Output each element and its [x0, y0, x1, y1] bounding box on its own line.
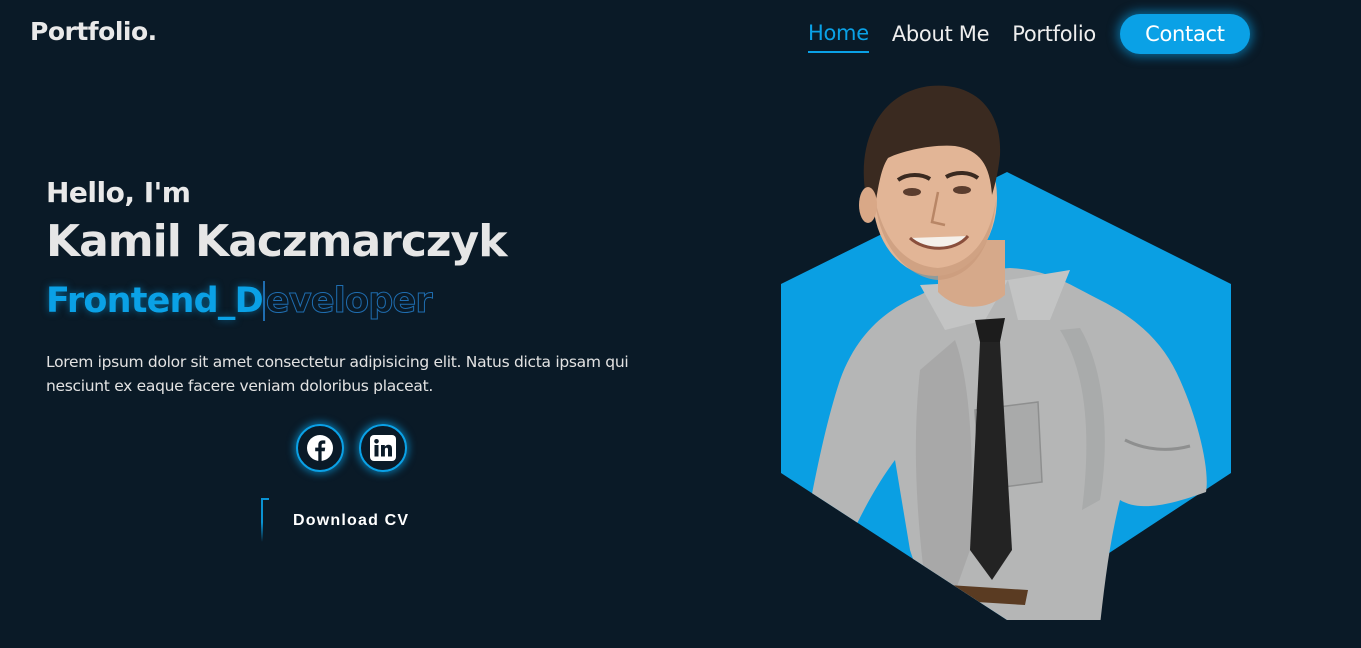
social-links: [296, 424, 422, 472]
person-figure: [800, 85, 1207, 620]
facebook-icon: [307, 435, 333, 461]
linkedin-button[interactable]: [359, 424, 407, 472]
main-nav: Home About Me Portfolio Contact: [808, 14, 1250, 54]
hero-name: Kamil Kaczmarczyk: [46, 216, 507, 267]
contact-button[interactable]: Contact: [1119, 14, 1250, 54]
download-cv-button[interactable]: Download CV: [261, 498, 431, 542]
download-cv-label: Download CV: [293, 512, 410, 529]
hero-role-rest: eveloper: [262, 281, 433, 322]
site-logo[interactable]: Portfolio.: [30, 17, 157, 46]
facebook-button[interactable]: [296, 424, 344, 472]
hero-intro: Lorem ipsum dolor sit amet consectetur a…: [46, 353, 629, 395]
nav-home[interactable]: Home: [808, 15, 869, 53]
hero-role: Frontend_Developer: [46, 281, 433, 322]
hero-role-typed: Frontend_D: [46, 281, 264, 321]
nav-about-me[interactable]: About Me: [892, 15, 990, 53]
profile-portrait: [781, 85, 1231, 620]
linkedin-icon: [370, 435, 396, 461]
download-cv-border: [261, 498, 269, 542]
portfolio-page: Portfolio. Home About Me Portfolio Conta…: [0, 0, 1361, 648]
hero-greeting: Hello, I'm: [46, 176, 191, 209]
nav-portfolio[interactable]: Portfolio: [1012, 15, 1096, 53]
